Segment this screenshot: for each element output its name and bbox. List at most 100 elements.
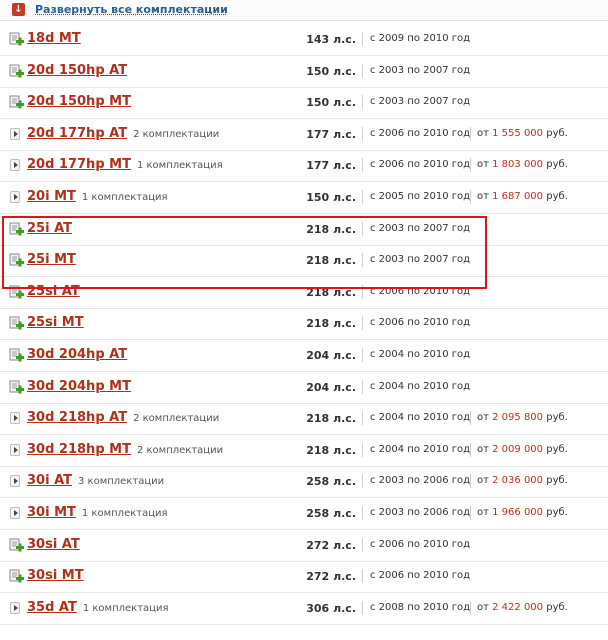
column-divider: [362, 569, 363, 584]
horsepower-value: 272 л.с.: [306, 538, 356, 552]
add-complectation-icon[interactable]: [9, 222, 25, 238]
column-divider: [470, 411, 471, 426]
complectation-name-link[interactable]: 20d 177hp AT: [27, 126, 127, 141]
table-row: 30i AT30i AT3 комплектации258 л.с.с 2003…: [0, 466, 608, 499]
table-row: 20i MT20i MT1 комплектация150 л.с.с 2005…: [0, 182, 608, 214]
horsepower-value: 204 л.с.: [306, 349, 356, 362]
price-value: от 2 422 000 руб.: [477, 601, 568, 613]
price-value: от 2 009 000 руб.: [477, 443, 568, 455]
horsepower-value: 218 л.с.: [306, 254, 356, 268]
column-divider: [470, 190, 471, 204]
column-divider: [470, 474, 471, 489]
table-row: 25i MT 218 л.с. с 2003 по 2007 год: [0, 245, 608, 278]
production-years: с 2009 по 2010 год: [370, 33, 471, 44]
table-row: 20d 177hp MT20d 177hp MT1 комплектация17…: [0, 150, 608, 183]
expand-arrow-icon[interactable]: [10, 601, 20, 614]
complectation-name-link[interactable]: 30si MT: [27, 568, 84, 583]
complectation-count: 1 комплектация: [81, 508, 168, 519]
add-complectation-icon[interactable]: [9, 253, 25, 269]
column-divider: [470, 506, 471, 520]
column-divider: [362, 316, 363, 331]
column-divider: [362, 506, 363, 520]
horsepower-value: 218 л.с.: [306, 317, 356, 331]
expand-arrow-icon[interactable]: [10, 412, 20, 425]
complectation-count: 2 комплектации: [136, 444, 224, 456]
add-complectation-icon[interactable]: [9, 380, 25, 396]
production-years: с 2006 по 2010 год: [370, 159, 471, 171]
column-divider: [362, 284, 363, 299]
add-complectation-icon[interactable]: [9, 569, 25, 585]
table-row: 25si MT 218 л.с. с 2006 по 2010 год: [0, 308, 608, 341]
add-complectation-icon[interactable]: [9, 285, 25, 301]
complectation-name-link[interactable]: 20d 150hp AT: [27, 63, 127, 78]
column-divider: [362, 348, 363, 362]
expand-arrow-icon[interactable]: [10, 443, 20, 456]
complectation-count: 1 комплектация: [136, 160, 223, 172]
expand-arrow-icon[interactable]: [10, 159, 20, 172]
complectation-name-link[interactable]: 30d 204hp AT: [27, 347, 127, 362]
add-complectation-icon[interactable]: [9, 95, 25, 111]
expand-arrow-icon[interactable]: [10, 127, 20, 140]
column-divider: [470, 600, 471, 615]
table-row: 20d 177hp AT20d 177hp AT2 комплектации17…: [0, 119, 608, 151]
price-value: от 1 687 000 руб.: [477, 191, 568, 202]
complectation-name-link[interactable]: 30d 204hp MT: [27, 379, 131, 394]
complectation-count: 2 комплектации: [133, 128, 220, 140]
production-years: с 2004 по 2010 год: [370, 380, 471, 392]
column-divider: [362, 474, 363, 489]
column-divider: [362, 190, 363, 204]
table-row: 20d 150hp MT 150 л.с. с 2003 по 2007 год: [0, 87, 608, 120]
add-complectation-icon[interactable]: [9, 64, 25, 80]
price-value: от 2 036 000 руб.: [477, 475, 568, 487]
horsepower-value: 177 л.с.: [306, 127, 356, 141]
expand-all-bar: ↓ Развернуть все комплектации: [0, 0, 608, 21]
production-years: с 2006 по 2010 год: [370, 127, 471, 139]
column-divider: [362, 379, 363, 394]
table-row: 30d 204hp AT 204 л.с. с 2004 по 2010 год: [0, 340, 608, 372]
horsepower-value: 143 л.с.: [306, 33, 356, 46]
complectation-name-link[interactable]: 30i MT: [27, 505, 76, 520]
complectation-name-link[interactable]: 30d 218hp MT: [27, 442, 131, 457]
expand-arrow-icon[interactable]: [10, 475, 20, 488]
horsepower-value: 150 л.с.: [306, 64, 356, 78]
production-years: с 2006 по 2010 год: [370, 570, 471, 582]
column-divider: [362, 221, 363, 236]
add-complectation-icon[interactable]: [9, 538, 25, 554]
production-years: с 2008 по 2010 год: [370, 601, 471, 613]
complectation-count: 3 комплектации: [78, 476, 165, 488]
complectation-name-link[interactable]: 25i AT: [27, 221, 72, 236]
complectation-name-link[interactable]: 30si AT: [27, 537, 80, 552]
complectation-count: 1 комплектация: [82, 602, 169, 614]
horsepower-value: 177 л.с.: [306, 159, 356, 173]
add-complectation-icon[interactable]: [9, 32, 25, 48]
column-divider: [362, 63, 363, 78]
horsepower-value: 258 л.с.: [306, 507, 356, 520]
arrow-down-icon[interactable]: ↓: [12, 3, 25, 16]
complectation-name-link[interactable]: 35d AT: [27, 600, 77, 615]
add-complectation-icon[interactable]: [9, 348, 25, 364]
complectation-name-link[interactable]: 25si AT: [27, 284, 80, 299]
production-years: с 2004 по 2010 год: [370, 349, 471, 360]
column-divider: [362, 411, 363, 426]
production-years: с 2004 по 2010 год: [370, 443, 471, 455]
column-divider: [470, 158, 471, 173]
complectation-name-link[interactable]: 30d 218hp AT: [27, 410, 127, 425]
expand-arrow-icon[interactable]: [10, 507, 20, 519]
complectation-name-link[interactable]: 18d MT: [27, 31, 81, 46]
horsepower-value: 150 л.с.: [306, 191, 356, 204]
expand-arrow-icon[interactable]: [10, 191, 20, 203]
horsepower-value: 218 л.с.: [306, 222, 356, 236]
complectation-name-link[interactable]: 30i AT: [27, 473, 72, 488]
complectation-name-link[interactable]: 25i MT: [27, 252, 76, 267]
complectation-name-link[interactable]: 25si MT: [27, 315, 84, 330]
complectation-name-link[interactable]: 20d 177hp MT: [27, 157, 131, 172]
horsepower-value: 150 л.с.: [306, 96, 356, 110]
table-row: 30d 218hp MT30d 218hp MT2 комплектации21…: [0, 435, 608, 467]
complectation-name-link[interactable]: 20i MT: [27, 189, 76, 204]
production-years: с 2003 по 2007 год: [370, 64, 471, 76]
column-divider: [362, 600, 363, 615]
complectation-name-link[interactable]: 20d 150hp MT: [27, 94, 131, 109]
add-complectation-icon[interactable]: [9, 316, 25, 332]
production-years: с 2003 по 2007 год: [370, 96, 471, 108]
expand-all-link[interactable]: Развернуть все комплектации: [35, 3, 228, 16]
